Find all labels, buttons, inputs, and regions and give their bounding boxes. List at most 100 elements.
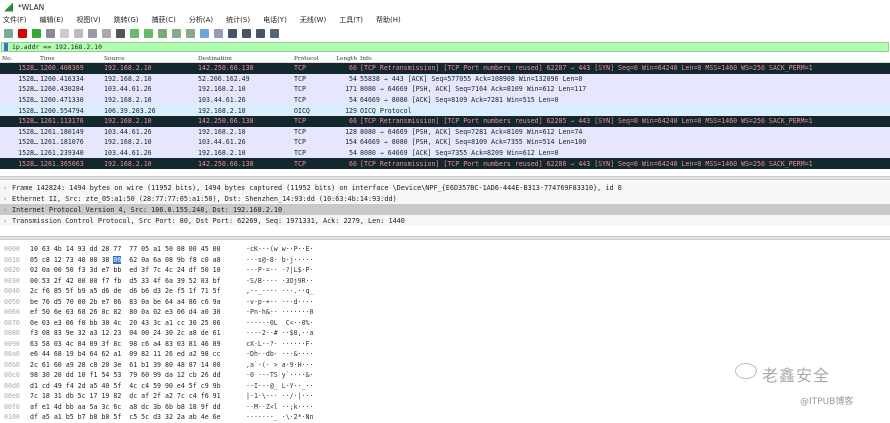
close-file-icon[interactable]: [88, 28, 97, 38]
menu-item[interactable]: 统计(S): [226, 15, 250, 25]
hex-ascii[interactable]: cX·L··?· ······F·: [246, 340, 314, 348]
hex-bytes[interactable]: 63 58 03 4c 84 09 3f 8c 98 c6 a4 83 03 8…: [30, 340, 246, 348]
hex-ascii[interactable]: ·cK···(w w··P··E·: [246, 245, 314, 253]
hex-bytes[interactable]: af e1 4d bb aa 5a 3c 6c a8 dc 3b 6b b8 1…: [30, 403, 246, 411]
packet-row[interactable]: 1528… 1260.408369 192.168.2.10 142.250.66.1…: [0, 63, 890, 74]
hex-ascii[interactable]: ··M··Z<l ··;k····: [246, 403, 314, 411]
hex-bytes[interactable]: 2c 61 60 a9 28 c8 20 3e 61 b1 39 80 48 8…: [30, 361, 246, 369]
column-header-protocol[interactable]: Protocol: [294, 56, 334, 62]
packet-row[interactable]: 1528… 1261.181076 192.168.2.10 103.44.61.26…: [0, 137, 890, 148]
packet-row[interactable]: 1528… 1261.113176 192.168.2.10 142.250.66.1…: [0, 115, 890, 127]
menu-item[interactable]: 工具(T): [339, 15, 363, 25]
pane-splitter[interactable]: [0, 176, 890, 180]
save-icon[interactable]: [74, 28, 83, 38]
goto-icon[interactable]: [158, 28, 167, 38]
packet-bytes: 0000 10 63 4b 14 93 dd 28 77 77 05 a1 50 …: [0, 244, 314, 423]
expand-arrow-icon[interactable]: ›: [3, 206, 12, 214]
menu-item[interactable]: 帮助(H): [376, 15, 401, 25]
hex-bytes[interactable]: 00 53 2f 42 00 00 f7 fb d5 33 4f 6a 39 5…: [30, 277, 246, 285]
hex-bytes[interactable]: d1 cd 49 f4 2d a5 40 5f 4c c4 59 90 e4 5…: [30, 382, 246, 390]
column-header-time[interactable]: Time: [40, 56, 104, 62]
packet-row[interactable]: 1528… 1260.471330 192.168.2.10 103.44.61.26…: [0, 94, 890, 106]
column-header-info[interactable]: Info: [360, 56, 890, 62]
hex-ascii[interactable]: ··I·-·@_ L·Y··_··: [246, 382, 314, 390]
hex-ascii[interactable]: ······0L C<··0%·: [246, 319, 314, 327]
hex-ascii[interactable]: ,··_···· ···.··q_: [246, 287, 314, 295]
hex-bytes[interactable]: 98 30 20 dd 10 f1 54 53 79 60 99 da 12 c…: [30, 371, 246, 379]
hex-bytes[interactable]: be 76 d5 70 00 2b e7 86 83 0a be 64 a4 8…: [30, 298, 246, 306]
detail-tree-item[interactable]: › Frame 142824: 1494 bytes on wire (11952…: [0, 182, 890, 193]
hex-ascii[interactable]: ···P·=·· ·?|L$·P·: [246, 266, 314, 274]
hex-byte-selected[interactable]: 06: [113, 255, 122, 264]
hex-ascii[interactable]: ···s@·8· b·j·····: [246, 256, 314, 264]
colorize-icon[interactable]: [214, 28, 223, 38]
column-header-length[interactable]: Length: [334, 56, 360, 62]
hex-bytes[interactable]: 05 c8 12 73 40 00 38 06 62 0a 6a 08 9b f…: [30, 255, 246, 264]
packet-row[interactable]: 1528… 1261.239340 103.44.61.26 192.168.2.10…: [0, 147, 890, 159]
detail-tree-item[interactable]: › Ethernet II, Src: zte_05:a1:50 (28:77:7…: [0, 193, 890, 204]
options-icon[interactable]: [46, 28, 55, 38]
pane-splitter[interactable]: [0, 236, 890, 240]
find-icon[interactable]: [116, 28, 125, 38]
hex-ascii[interactable]: ·S/B···· ·3Oj9R··: [246, 277, 314, 285]
menu-item[interactable]: 视图(V): [76, 15, 100, 25]
hex-bytes[interactable]: 0e 03 e3 06 f0 bb 30 4c 20 43 3c a1 cc 3…: [30, 319, 246, 327]
menu-item[interactable]: 电话(Y): [263, 15, 287, 25]
autoscroll-icon[interactable]: [200, 28, 209, 38]
zoom-reset-icon[interactable]: [256, 28, 265, 38]
bookmark-icon[interactable]: [4, 43, 8, 51]
forward-icon[interactable]: [144, 28, 153, 38]
restart-icon[interactable]: [32, 28, 41, 38]
packet-row[interactable]: 1528… 1260.430284 103.44.61.26 192.168.2.10…: [0, 84, 890, 95]
expand-arrow-icon[interactable]: ›: [3, 184, 12, 192]
hex-bytes[interactable]: e6 44 68 19 b4 64 62 a1 09 82 11 26 ed a…: [30, 350, 246, 358]
resize-columns-icon[interactable]: [270, 28, 279, 38]
packet-row[interactable]: 1528… 1261.180149 103.44.61.26 192.168.2.10…: [0, 126, 890, 138]
menu-item[interactable]: 无线(W): [300, 15, 326, 25]
hex-bytes[interactable]: f3 08 83 9e 32 a3 12 23 04 00 24 30 2c a…: [30, 329, 246, 337]
hex-ascii[interactable]: ····2··# ··$0,··a: [246, 329, 314, 337]
packet-no: 1528…: [18, 85, 38, 94]
zoom-in-icon[interactable]: [228, 28, 237, 38]
hex-bytes[interactable]: 10 63 4b 14 93 dd 28 77 77 05 a1 50 08 0…: [30, 245, 246, 253]
column-header-no[interactable]: No.: [0, 56, 40, 62]
hex-bytes[interactable]: 02 0a 00 50 f3 3d e7 bb ed 3f 7c 4c 24 d…: [30, 266, 246, 274]
back-icon[interactable]: [130, 28, 139, 38]
menu-item[interactable]: 捕获(C): [152, 15, 176, 25]
hex-ascii[interactable]: ·Dh··db· ···&····: [246, 350, 314, 358]
stop-icon[interactable]: [18, 28, 27, 38]
hex-ascii[interactable]: |·1·\··· ··/·|···: [246, 392, 314, 400]
hex-ascii[interactable]: ·······_ ·\·2*·Nn: [246, 413, 314, 421]
zoom-out-icon[interactable]: [242, 28, 251, 38]
packet-row[interactable]: 1528… 1260.416334 192.168.2.10 52.206.162.4…: [0, 73, 890, 85]
hex-bytes[interactable]: ef 50 6e 03 68 26 0c 82 80 0a 02 e3 06 d…: [30, 308, 246, 316]
hex-bytes-b: 83 0a be 64 a4 86 c6 9a: [129, 297, 221, 306]
shark-fin-icon[interactable]: [4, 28, 13, 38]
menu-item[interactable]: 跳转(G): [114, 15, 139, 25]
last-icon[interactable]: [186, 28, 195, 38]
menu-item[interactable]: 文件(F): [3, 15, 27, 25]
menu-item[interactable]: 分析(A): [189, 15, 213, 25]
display-filter-bar[interactable]: ip.addr == 192.168.2.10: [1, 42, 889, 52]
hex-bytes-a: 00 53 2f 42 00 00 f7 fb: [30, 276, 122, 285]
expand-arrow-icon[interactable]: ›: [3, 217, 12, 225]
packet-row[interactable]: 1528… 1261.365063 192.168.2.10 142.250.66.1…: [0, 158, 890, 169]
reload-icon[interactable]: [102, 28, 111, 38]
expand-arrow-icon[interactable]: ›: [3, 195, 12, 203]
hex-ascii[interactable]: ·0 ···TS y`····&·: [246, 371, 314, 379]
menu-item[interactable]: 编辑(E): [40, 15, 64, 25]
hex-ascii[interactable]: ·Pn·h&·· ·······0: [246, 308, 314, 316]
hex-bytes[interactable]: df a5 a1 b5 b7 b8 b8 5f c5 5c d3 32 2a a…: [30, 413, 246, 421]
hex-ascii[interactable]: ,a`·(· > a·9·H···: [246, 361, 314, 369]
packet-row[interactable]: 1528… 1260.554794 106.39.203.26 192.168.2.1…: [0, 105, 890, 116]
column-header-source[interactable]: Source: [104, 56, 198, 62]
first-icon[interactable]: [172, 28, 181, 38]
detail-tree-item[interactable]: › Transmission Control Protocol, Src Port…: [0, 215, 890, 226]
hex-bytes[interactable]: 7c 18 31 db 5c 17 19 82 dc af 2f a2 7c c…: [30, 392, 246, 400]
detail-tree-item[interactable]: › Internet Protocol Version 4, Src: 106.8…: [0, 204, 890, 215]
hex-bytes[interactable]: 2c f6 85 5f b9 a5 d6 de d6 b6 d3 2e f5 1…: [30, 287, 246, 295]
column-header-destination[interactable]: Destination: [198, 56, 294, 62]
open-icon[interactable]: [60, 28, 69, 38]
display-filter-input[interactable]: ip.addr == 192.168.2.10: [12, 43, 102, 51]
hex-ascii[interactable]: ·v·p·+·· ···d····: [246, 298, 314, 306]
